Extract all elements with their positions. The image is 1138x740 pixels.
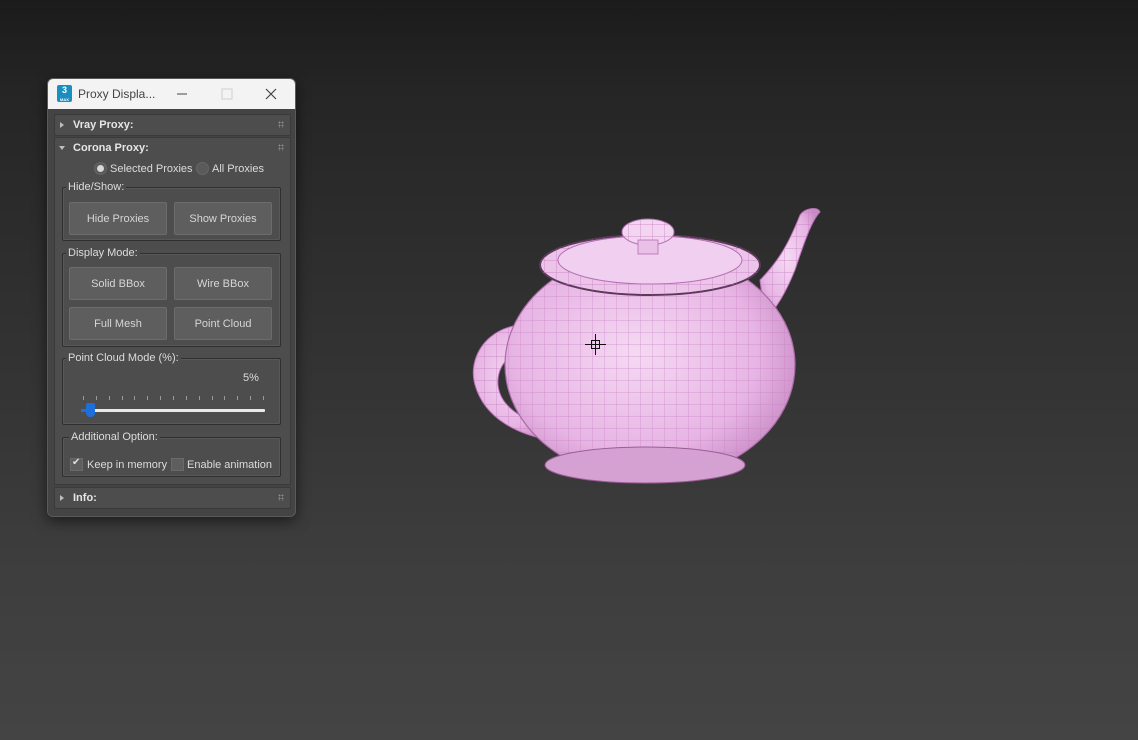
slider-tick xyxy=(185,396,187,400)
minimize-icon[interactable] xyxy=(172,84,192,104)
slider-tick xyxy=(198,396,200,400)
full-mesh-button[interactable]: Full Mesh xyxy=(69,307,167,340)
app-icon-label: 3 xyxy=(61,85,67,95)
radio-selected-proxies-label: Selected Proxies xyxy=(110,163,193,175)
point-cloud-percent-value: 5% xyxy=(243,372,259,384)
maximize-icon[interactable] xyxy=(217,84,237,104)
hide-proxies-button[interactable]: Hide Proxies xyxy=(69,202,167,235)
slider-tick xyxy=(263,396,264,400)
expand-arrow-icon xyxy=(60,122,64,128)
slider-tick xyxy=(237,396,239,400)
expand-arrow-icon xyxy=(60,495,64,501)
rollout-info-header[interactable]: Info: xyxy=(55,488,290,508)
slider-tick xyxy=(160,396,162,400)
grip-icon[interactable] xyxy=(278,144,284,151)
rollout-vray-header[interactable]: Vray Proxy: xyxy=(55,115,290,135)
slider-tick xyxy=(147,396,149,400)
point-cloud-slider-thumb[interactable] xyxy=(86,403,96,417)
point-cloud-button[interactable]: Point Cloud xyxy=(174,307,272,340)
radio-all-proxies-label: All Proxies xyxy=(212,163,264,175)
rollout-info: Info: xyxy=(54,487,291,509)
window-title: Proxy Displa... xyxy=(78,87,156,101)
group-display-mode-title: Display Mode: xyxy=(66,247,140,259)
slider-tick xyxy=(250,396,252,400)
group-hide-show: Hide/Show: Hide Proxies Show Proxies xyxy=(62,181,281,241)
slider-tick xyxy=(108,396,110,400)
slider-tick xyxy=(121,396,123,400)
radio-all-proxies[interactable] xyxy=(196,162,209,175)
solid-bbox-button[interactable]: Solid BBox xyxy=(69,267,167,300)
collapse-arrow-icon xyxy=(59,146,65,150)
app-icon-sublabel: MAX xyxy=(60,97,69,102)
slider-tick xyxy=(224,396,226,400)
show-proxies-button[interactable]: Show Proxies xyxy=(174,202,272,235)
slider-tick xyxy=(211,396,213,400)
radio-selected-proxies[interactable] xyxy=(94,162,107,175)
slider-tick xyxy=(173,396,174,400)
rollout-corona-proxy: Corona Proxy: Selected Proxies All Proxi… xyxy=(54,137,291,485)
group-hide-show-title: Hide/Show: xyxy=(66,181,127,193)
rollout-corona-title: Corona Proxy: xyxy=(73,142,149,154)
rollout-vray-title: Vray Proxy: xyxy=(73,119,134,131)
slider-tick xyxy=(83,396,84,400)
proxy-display-dialog: 3 MAX Proxy Displa... Vray Proxy: Corona… xyxy=(47,78,296,517)
keep-in-memory-label: Keep in memory xyxy=(87,459,168,471)
group-display-mode: Display Mode: Solid BBox Wire BBox Full … xyxy=(62,247,281,347)
slider-tick xyxy=(95,396,97,400)
grip-icon[interactable] xyxy=(278,121,284,128)
cursor-crosshair-icon xyxy=(585,334,606,355)
title-bar[interactable]: 3 MAX Proxy Displa... xyxy=(48,79,295,109)
grip-icon[interactable] xyxy=(278,494,284,501)
enable-animation-checkbox[interactable] xyxy=(171,458,184,471)
rollout-corona-header[interactable]: Corona Proxy: xyxy=(55,138,290,158)
group-additional-option: Additional Option: Keep in memory Enable… xyxy=(62,431,281,477)
slider-tick xyxy=(134,396,136,400)
keep-in-memory-checkbox[interactable] xyxy=(70,457,83,471)
rollout-vray-proxy: Vray Proxy: xyxy=(54,114,291,136)
wire-bbox-button[interactable]: Wire BBox xyxy=(174,267,272,300)
group-point-cloud-mode: Point Cloud Mode (%): 5% xyxy=(62,352,281,425)
enable-animation-label: Enable animation xyxy=(187,459,273,471)
point-cloud-slider-track[interactable] xyxy=(81,409,265,412)
group-point-cloud-mode-title: Point Cloud Mode (%): xyxy=(66,352,181,364)
teapot-model[interactable] xyxy=(460,200,840,500)
rollout-info-title: Info: xyxy=(73,492,97,504)
app-icon: 3 MAX xyxy=(57,85,72,102)
close-icon[interactable] xyxy=(261,84,281,104)
group-additional-option-title: Additional Option: xyxy=(69,431,160,443)
